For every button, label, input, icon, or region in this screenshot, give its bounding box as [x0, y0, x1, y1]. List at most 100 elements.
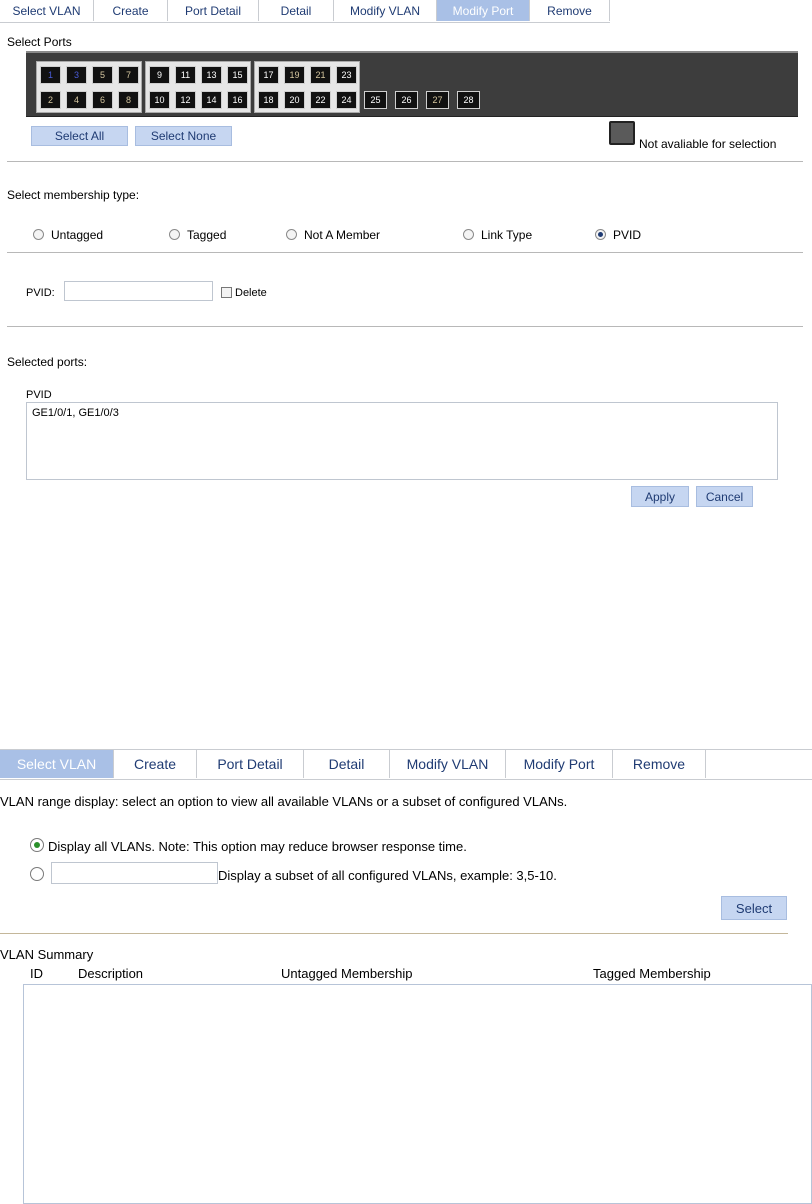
port-number: 9 — [156, 70, 162, 80]
port-19[interactable]: 19 — [284, 66, 305, 84]
port-25[interactable]: 25 — [364, 91, 387, 109]
not-available-legend-swatch — [609, 121, 635, 145]
port-number: 28 — [463, 95, 474, 105]
port-16[interactable]: 16 — [227, 91, 248, 109]
tab-modify-vlan-2[interactable]: Modify VLAN — [390, 750, 506, 778]
port-23[interactable]: 23 — [336, 66, 357, 84]
port-24[interactable]: 24 — [336, 91, 357, 109]
port-number: 2 — [47, 95, 53, 105]
port-21[interactable]: 21 — [310, 66, 331, 84]
port-9[interactable]: 9 — [149, 66, 170, 84]
port-number: 5 — [99, 70, 105, 80]
port-number: 3 — [73, 70, 79, 80]
port-number: 17 — [263, 70, 274, 80]
port-number: 11 — [180, 70, 191, 80]
port-20[interactable]: 20 — [284, 91, 305, 109]
port-5[interactable]: 5 — [92, 66, 113, 84]
port-2[interactable]: 2 — [40, 91, 61, 109]
tab-modify-vlan[interactable]: Modify VLAN — [334, 0, 437, 21]
top-tab-bar: Select VLAN Create Port Detail Detail Mo… — [0, 0, 610, 23]
delete-checkbox[interactable] — [221, 287, 232, 298]
membership-type-label: Select membership type: — [7, 188, 140, 202]
tab-select-vlan[interactable]: Select VLAN — [0, 0, 94, 21]
column-tagged-membership: Tagged Membership — [593, 966, 711, 981]
port-number: 10 — [154, 95, 165, 105]
select-none-button[interactable]: Select None — [135, 126, 232, 146]
label-untagged: Untagged — [51, 228, 104, 242]
vlan-summary-table — [23, 984, 812, 1204]
column-description: Description — [78, 966, 144, 981]
not-available-legend-label: Not avaliable for selection — [639, 137, 777, 151]
tab-create-2[interactable]: Create — [114, 750, 197, 778]
divider-1 — [7, 161, 803, 162]
tab-remove[interactable]: Remove — [530, 0, 610, 21]
port-13[interactable]: 13 — [201, 66, 222, 84]
divider-4 — [0, 933, 788, 934]
port-3[interactable]: 3 — [66, 66, 87, 84]
select-ports-label: Select Ports — [7, 35, 72, 49]
radio-pvid[interactable] — [595, 229, 606, 240]
radio-tagged[interactable] — [169, 229, 180, 240]
port-number: 15 — [232, 70, 243, 80]
tab-port-detail-2[interactable]: Port Detail — [197, 750, 304, 778]
port-number: 19 — [289, 70, 300, 80]
port-14[interactable]: 14 — [201, 91, 222, 109]
port-4[interactable]: 4 — [66, 91, 87, 109]
delete-label: Delete — [235, 287, 267, 299]
divider-2 — [7, 252, 803, 253]
port-number: 20 — [289, 95, 300, 105]
vlan-summary-title: VLAN Summary — [0, 947, 94, 962]
apply-button[interactable]: Apply — [631, 486, 689, 507]
vlan-subset-input[interactable] — [51, 862, 218, 884]
radio-display-all[interactable] — [30, 838, 44, 852]
port-1[interactable]: 1 — [40, 66, 61, 84]
port-27[interactable]: 27 — [426, 91, 449, 109]
tab-create[interactable]: Create — [94, 0, 168, 21]
port-18[interactable]: 18 — [258, 91, 279, 109]
tab-remove-2[interactable]: Remove — [613, 750, 706, 778]
radio-untagged[interactable] — [33, 229, 44, 240]
tab-port-detail[interactable]: Port Detail — [168, 0, 259, 21]
label-tagged: Tagged — [187, 228, 227, 242]
port-10[interactable]: 10 — [149, 91, 170, 109]
port-12[interactable]: 12 — [175, 91, 196, 109]
radio-link-type[interactable] — [463, 229, 474, 240]
port-number: 21 — [315, 70, 326, 80]
cancel-button[interactable]: Cancel — [696, 486, 753, 507]
port-22[interactable]: 22 — [310, 91, 331, 109]
port-15[interactable]: 15 — [227, 66, 248, 84]
select-all-button[interactable]: Select All — [31, 126, 128, 146]
label-pvid: PVID — [613, 228, 642, 242]
port-7[interactable]: 7 — [118, 66, 139, 84]
switch-panel: 1 3 5 7 9 11 13 15 17 19 21 23 2 4 6 8 10 12 14 16 18 20 22 24 2… — [26, 51, 798, 117]
tab-select-vlan-2[interactable]: Select VLAN — [0, 750, 114, 778]
option-all-label: Display all VLANs. Note: This option may… — [48, 839, 467, 854]
tab-modify-port[interactable]: Modify Port — [437, 0, 530, 21]
label-not-a-member: Not A Member — [304, 228, 381, 242]
port-17[interactable]: 17 — [258, 66, 279, 84]
port-11[interactable]: 11 — [175, 66, 196, 84]
port-26[interactable]: 26 — [395, 91, 418, 109]
port-number: 14 — [206, 95, 217, 105]
port-28[interactable]: 28 — [457, 91, 480, 109]
selected-ports-text: GE1/0/1, GE1/0/3 — [32, 407, 119, 419]
radio-display-subset[interactable] — [30, 867, 44, 881]
port-number: 12 — [180, 95, 191, 105]
port-number: 16 — [232, 95, 243, 105]
port-6[interactable]: 6 — [92, 91, 113, 109]
port-number: 4 — [73, 95, 79, 105]
select-button[interactable]: Select — [721, 896, 787, 920]
tab-detail[interactable]: Detail — [259, 0, 334, 21]
port-number: 18 — [263, 95, 274, 105]
vlan-range-description: VLAN range display: select an option to … — [0, 794, 568, 809]
selected-ports-box: GE1/0/1, GE1/0/3 — [26, 402, 778, 480]
tab-detail-2[interactable]: Detail — [304, 750, 390, 778]
port-number: 25 — [370, 95, 381, 105]
port-number: 1 — [47, 70, 53, 80]
radio-not-a-member[interactable] — [286, 229, 297, 240]
selected-box-title: PVID — [26, 389, 52, 401]
tab-modify-port-2[interactable]: Modify Port — [506, 750, 613, 778]
port-number: 23 — [341, 70, 352, 80]
pvid-input[interactable] — [64, 281, 213, 301]
port-8[interactable]: 8 — [118, 91, 139, 109]
